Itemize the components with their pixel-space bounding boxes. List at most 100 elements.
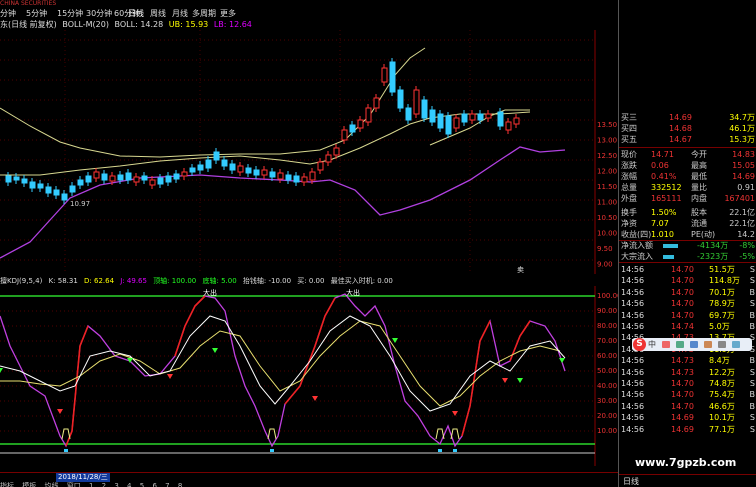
indicator-name[interactable]: BOLL-M(20) bbox=[62, 20, 109, 29]
candle-body bbox=[397, 89, 404, 109]
stat-label: 股本 bbox=[691, 208, 707, 217]
stat-label: 总量 bbox=[621, 183, 637, 192]
stat-value: 14.2 bbox=[737, 230, 755, 239]
kdj-tick-label: 10.00 bbox=[597, 427, 617, 435]
flow-percent: -8% bbox=[739, 241, 755, 250]
candle-body bbox=[141, 175, 148, 181]
ask-row: 买三 14.69 34.7万 bbox=[621, 113, 756, 123]
tick-price: 14.70 bbox=[671, 310, 694, 320]
candle-body bbox=[357, 119, 364, 129]
tab-multi-period[interactable]: 多周期 bbox=[192, 8, 216, 19]
stat-row: 换手 1.50% 股本 22.1亿 bbox=[621, 208, 756, 218]
signal-arrow bbox=[167, 374, 173, 379]
tab-ma[interactable]: 均线 bbox=[44, 482, 58, 487]
emoji-icon[interactable] bbox=[662, 341, 670, 348]
kdj-label-2: 大出 bbox=[346, 288, 360, 297]
stat-value: 0.06 bbox=[651, 161, 669, 170]
candle-body bbox=[453, 117, 460, 129]
signal-arrow bbox=[517, 378, 523, 383]
menu-icon[interactable] bbox=[732, 341, 740, 348]
tab-5min[interactable]: 5分钟 bbox=[26, 8, 47, 19]
tab-15min[interactable]: 15分钟 bbox=[57, 8, 83, 19]
broker-logo: CHINA SECURITIES bbox=[0, 0, 57, 7]
price-tick-label: 9.50 bbox=[597, 245, 613, 253]
mic-icon[interactable] bbox=[676, 341, 684, 348]
skin-icon[interactable] bbox=[704, 341, 712, 348]
tick-direction: B bbox=[749, 401, 756, 411]
kdj-tick-label: 90.00 bbox=[597, 307, 617, 315]
stat-row: 净资 7.07 流通 22.1亿 bbox=[621, 219, 756, 229]
price-tick-label: 12.00 bbox=[597, 168, 617, 176]
kdj-pick-line: 抬钱轴: -10.00 bbox=[242, 277, 292, 285]
candle-body bbox=[421, 99, 428, 119]
flow-label: 大宗流入 bbox=[621, 252, 653, 261]
tick-price: 14.70 bbox=[671, 265, 694, 274]
tab-template[interactable]: 模板 bbox=[22, 482, 36, 487]
stat-value: 165111 bbox=[651, 194, 682, 203]
candle-body bbox=[513, 117, 520, 125]
tick-direction: B bbox=[749, 310, 756, 320]
tick-price: 14.70 bbox=[671, 390, 694, 400]
tick-volume: 12.2万 bbox=[709, 367, 735, 377]
period-tab[interactable]: 日线 bbox=[623, 476, 639, 487]
candle-body bbox=[461, 113, 468, 123]
tab-weekly[interactable]: 周线 bbox=[150, 8, 166, 19]
kdj-k: K: 58.31 bbox=[48, 277, 78, 285]
tick-time: 14:56 bbox=[621, 379, 645, 388]
tick-price: 14.70 bbox=[671, 287, 694, 297]
tab-1[interactable]: 1 bbox=[89, 482, 93, 487]
stat-value: 0.41% bbox=[651, 172, 677, 181]
tick-direction: S bbox=[749, 367, 755, 377]
input-mode-label[interactable]: 中 bbox=[648, 339, 656, 350]
tick-row: 14:56 14.70 46.6万 B bbox=[621, 402, 756, 412]
tab-7[interactable]: 7 bbox=[165, 482, 169, 487]
tick-row: 14:56 14.70 75.4万 B bbox=[621, 390, 756, 400]
tab-3[interactable]: 3 bbox=[114, 482, 118, 487]
tab-6[interactable]: 6 bbox=[152, 482, 156, 487]
tab-window[interactable]: 窗口 bbox=[67, 482, 81, 487]
tick-time: 14:56 bbox=[621, 401, 645, 411]
stat-value: 14.69 bbox=[732, 172, 755, 181]
kdj-chart[interactable]: 大出 大出 100.00 90.00 80.00 70.00 60.00 50.00 40.… bbox=[0, 286, 618, 466]
candle-body bbox=[505, 121, 512, 131]
stat-label: 最高 bbox=[691, 161, 707, 170]
candle-body bbox=[301, 176, 308, 183]
tab-indicator[interactable]: 指标 bbox=[0, 482, 14, 487]
tick-time: 14:56 bbox=[621, 322, 645, 331]
tick-price: 14.70 bbox=[671, 276, 694, 286]
kdj-d: D: 62.64 bbox=[84, 277, 115, 285]
stat-label: 净资 bbox=[621, 219, 637, 228]
tab-monthly[interactable]: 月线 bbox=[172, 8, 188, 19]
candle-body bbox=[93, 171, 100, 179]
candle-body bbox=[165, 175, 172, 183]
kdj-name[interactable]: 擅KDJ(9,5,4) bbox=[0, 277, 42, 285]
tab-1min[interactable]: 分钟 bbox=[0, 8, 16, 19]
tab-2[interactable]: 2 bbox=[102, 482, 106, 487]
flow-bar bbox=[663, 255, 674, 259]
candle-body bbox=[269, 171, 276, 178]
ub-value: UB: 15.93 bbox=[168, 20, 209, 29]
price-chart[interactable]: 10.97 13.50 13.00 12.50 12.00 11.50 11.00 10.5… bbox=[0, 30, 618, 274]
divider bbox=[619, 474, 756, 475]
floating-input-toolbar[interactable]: S 中 bbox=[632, 338, 752, 351]
keyboard-icon[interactable] bbox=[690, 341, 698, 348]
ask-label: 买五 bbox=[621, 135, 637, 144]
tools-icon[interactable] bbox=[718, 341, 726, 348]
candle-body bbox=[333, 147, 340, 156]
candle-body bbox=[413, 89, 420, 115]
tab-more[interactable]: 更多 bbox=[220, 8, 236, 19]
tab-30min[interactable]: 30分钟 bbox=[86, 8, 112, 19]
tick-time: 14:56 bbox=[621, 367, 645, 377]
stat-label: 现价 bbox=[621, 150, 637, 159]
stat-label: 量比 bbox=[691, 183, 707, 192]
stat-value: 14.71 bbox=[651, 150, 674, 159]
tab-daily[interactable]: 日线 bbox=[128, 8, 144, 19]
tick-volume: 8.4万 bbox=[709, 356, 730, 366]
tab-4[interactable]: 4 bbox=[127, 482, 131, 487]
kdj-top-line: 顶轴: 100.00 bbox=[153, 277, 197, 285]
tab-8[interactable]: 8 bbox=[178, 482, 182, 487]
site-watermark: www.7gpzb.com bbox=[635, 456, 737, 469]
tab-5[interactable]: 5 bbox=[140, 482, 144, 487]
ask-label: 买四 bbox=[621, 124, 637, 133]
tick-time: 14:56 bbox=[621, 310, 645, 320]
